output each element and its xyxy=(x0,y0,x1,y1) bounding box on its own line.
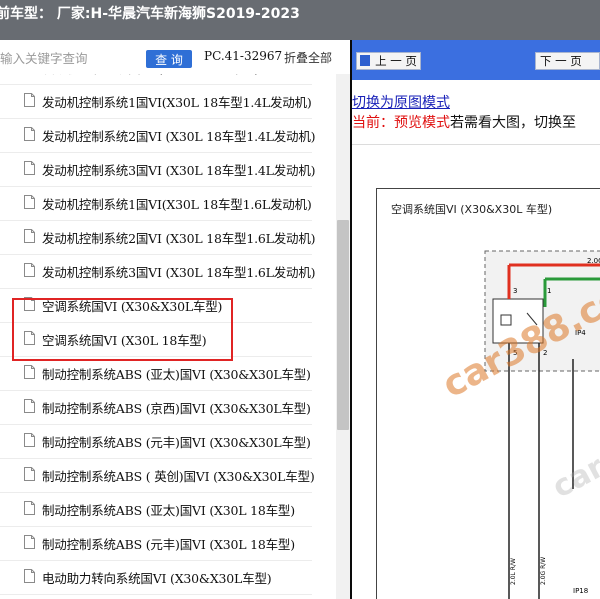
pin-label-3: 3 xyxy=(513,287,517,295)
list-item[interactable]: 制动控制系统ABS (元丰)国VI (X30&X30L车型) xyxy=(0,424,312,459)
document-icon xyxy=(24,467,35,481)
list-item-label: 发动机控制系统1国VI(X30L 18车型1.6L发动机) xyxy=(42,197,312,212)
list-item-label: 制动控制系统ABS (京西)国VI (X30&X30L车型) xyxy=(42,401,311,416)
wire-label-1: 2.0L R/W xyxy=(510,558,517,585)
document-icon xyxy=(24,127,35,141)
list-item[interactable]: 发动机控制系统2国VI (X30L 18车型1.4L发动机) xyxy=(0,118,316,153)
prev-page-label: 上 一 页 xyxy=(375,54,417,68)
document-count-label: PC.41-32967 xyxy=(204,49,283,63)
list-item-label: 电动助力转向系统国VI (X30&X30L车型) xyxy=(42,571,272,586)
next-page-label: 下 一 页 xyxy=(540,54,582,68)
selection-highlight-box xyxy=(12,298,233,361)
document-tree-panel: 查 询 PC.41-32967 折叠全部 发动机控制系统国VI (X30&X30… xyxy=(0,40,350,599)
document-icon xyxy=(24,569,35,583)
list-item[interactable]: 电动助力转向系统国VI (X30&X30L车型) xyxy=(0,560,312,595)
wire-label-2: 2.0G R/W xyxy=(540,557,547,585)
list-item-label: 发动机控制系统2国VI (X30L 18车型1.6L发动机) xyxy=(42,231,316,246)
document-icon xyxy=(24,365,35,379)
document-icon xyxy=(24,229,35,243)
list-item-label: 发动机控制系统1国VI(X30L 18车型1.4L发动机) xyxy=(42,95,312,110)
list-item-label: 发动机控制系统3国VI (X30L 18车型1.6L发动机) xyxy=(42,265,316,280)
list-item-label: 制动控制系统ABS (元丰)国VI (X30L 18车型) xyxy=(42,537,295,552)
search-button[interactable]: 查 询 xyxy=(146,50,192,68)
document-icon xyxy=(24,93,35,107)
list-item[interactable]: 发动机控制系统3国VI (X30L 18车型1.6L发动机) xyxy=(0,254,316,289)
list-item[interactable]: 发动机控制系统3国VI (X30L 18车型1.4L发动机) xyxy=(0,152,316,187)
list-item[interactable]: 制动控制系统ABS (亚太)国VI (X30&X30L车型) xyxy=(0,356,312,391)
pin-label-1: 1 xyxy=(547,287,551,295)
list-item-label: 发动机控制系统2国VI (X30L 18车型1.4L发动机) xyxy=(42,129,316,144)
list-item[interactable]: 制动控制系统ABS (京西)国VI (X30&X30L车型) xyxy=(0,390,312,425)
connector-label-ip18: IP18 xyxy=(573,587,588,595)
search-row: 查 询 PC.41-32967 折叠全部 xyxy=(0,40,350,74)
document-icon xyxy=(24,501,35,515)
document-icon xyxy=(24,399,35,413)
next-page-button[interactable]: 下 一 页 xyxy=(535,52,600,70)
search-input[interactable] xyxy=(0,48,138,68)
switch-original-mode-link[interactable]: 切换为原图模式 xyxy=(352,92,450,112)
document-icon xyxy=(24,535,35,549)
scrollbar-thumb[interactable] xyxy=(337,220,349,430)
list-item-label: 制动控制系统ABS (亚太)国VI (X30&X30L车型) xyxy=(42,367,311,382)
pin-label-2: 2.0G xyxy=(587,257,600,265)
list-item[interactable]: 制动控制系统ABS ( 英创)国VI (X30&X30L车型) xyxy=(0,458,315,493)
list-item[interactable]: 发动机控制系统1国VI(X30L 18车型1.6L发动机) xyxy=(0,186,312,221)
title-bar: 前车型： 厂家:H-华晨汽车新海狮S2019-2023 xyxy=(0,0,600,40)
mode-status-line: 当前：预览模式若需看大图，切换至 xyxy=(352,112,576,132)
list-item[interactable]: 发动机控制系统1国VI(X30L 18车型1.4L发动机) xyxy=(0,84,312,119)
wiring-diagram: 2.0G 3 1 5 2 IP4 2.0L R/W 2.0G R/W IP18 xyxy=(484,250,600,599)
document-icon xyxy=(24,161,35,175)
mode-status-prefix: 当前：预览模式 xyxy=(352,115,450,131)
list-item-label: 制动控制系统ABS (亚太)国VI (X30L 18车型) xyxy=(42,503,295,518)
list-item[interactable]: 发动机控制系统2国VI (X30L 18车型1.6L发动机) xyxy=(0,220,316,255)
list-item-label: 发动机控制系统国VI (X30&X30L车型) xyxy=(42,74,259,77)
list-item-label: 制动控制系统ABS (元丰)国VI (X30&X30L车型) xyxy=(42,435,311,450)
document-viewer-panel: 上 一 页 下 一 页 切换为原图模式 当前：预览模式若需看大图，切换至 空调系… xyxy=(352,40,600,599)
mode-status-suffix: 若需看大图，切换至 xyxy=(450,115,576,131)
wiring-diagram-page: 空调系统国VI (X30&X30L 车型) 2.0G 3 1 5 2 IP4 2… xyxy=(376,188,600,599)
collapse-all-link[interactable]: 折叠全部 xyxy=(284,49,332,66)
document-icon xyxy=(24,195,35,209)
arrow-left-icon xyxy=(360,55,371,66)
list-item[interactable]: 制动控制系统ABS (亚太)国VI (X30L 18车型) xyxy=(0,492,312,527)
viewer-nav-bar: 上 一 页 下 一 页 xyxy=(352,40,600,80)
list-item-label: 发动机控制系统3国VI (X30L 18车型1.4L发动机) xyxy=(42,163,316,178)
prev-page-button[interactable]: 上 一 页 xyxy=(356,52,421,70)
window-title: 前车型： 厂家:H-华晨汽车新海狮S2019-2023 xyxy=(0,6,300,22)
document-icon xyxy=(24,433,35,447)
list-item[interactable]: 制动控制系统ABS (元丰)国VI (X30L 18车型) xyxy=(0,526,312,561)
document-icon xyxy=(24,263,35,277)
divider-line xyxy=(352,144,600,145)
list-item-label: 制动控制系统ABS ( 英创)国VI (X30&X30L车型) xyxy=(42,469,315,484)
